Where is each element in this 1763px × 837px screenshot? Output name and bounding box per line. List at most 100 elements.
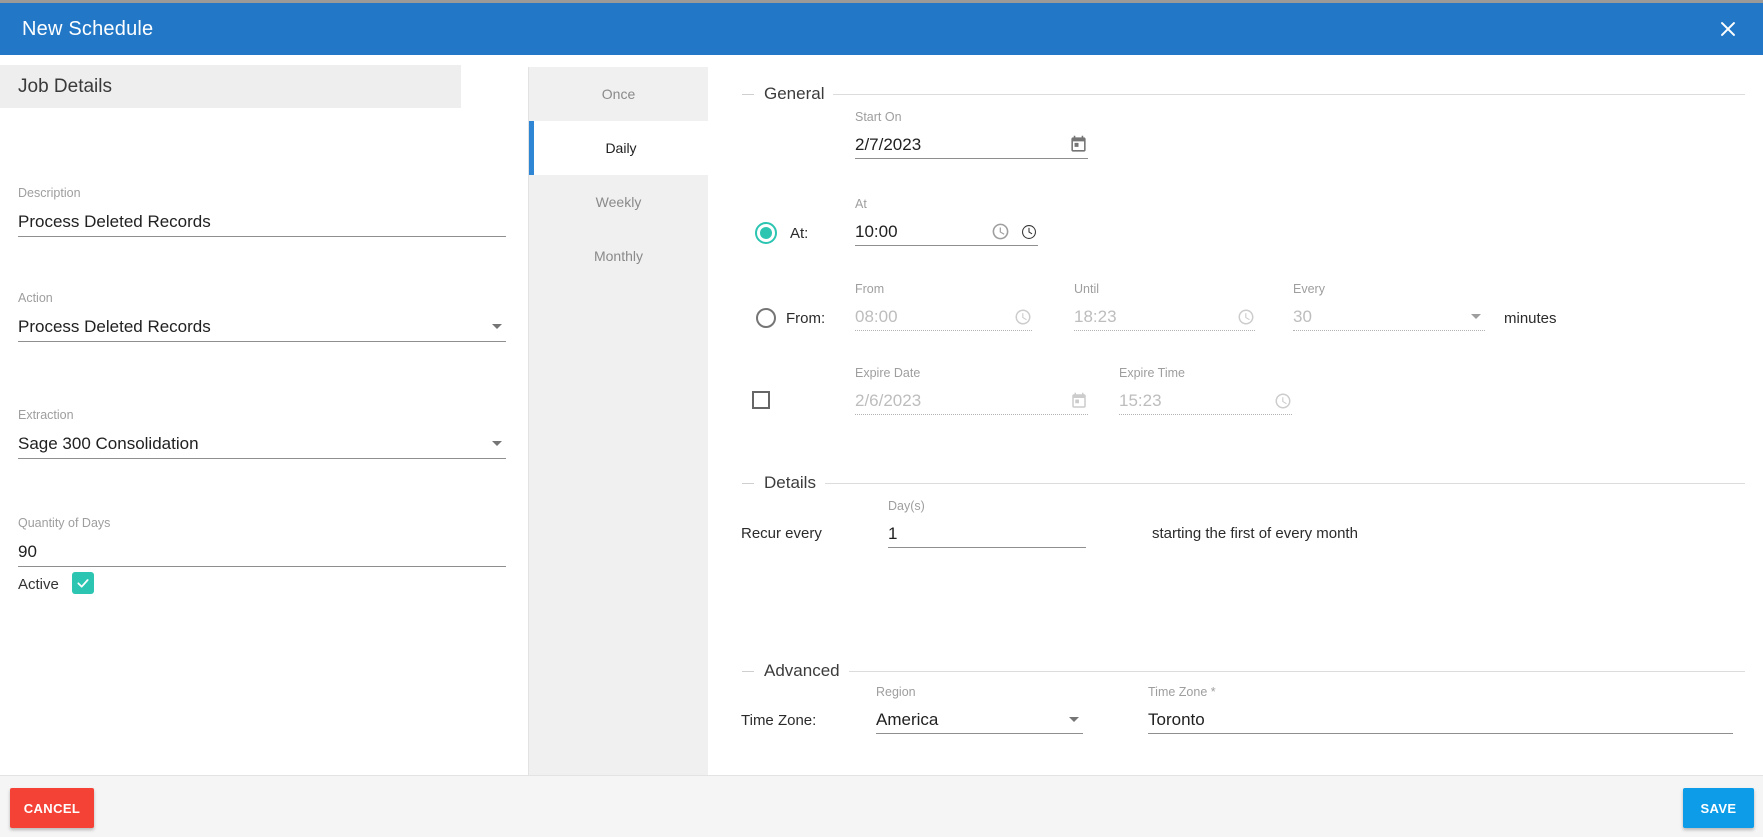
calendar-icon [1070, 392, 1088, 410]
clock-icon[interactable] [991, 222, 1010, 241]
tab-monthly[interactable]: Monthly [529, 229, 708, 283]
from-radio-label: From: [786, 310, 825, 328]
dialog-title: New Schedule [22, 18, 153, 41]
calendar-icon[interactable] [1069, 135, 1088, 154]
advanced-section-title: Advanced [764, 661, 840, 681]
recur-suffix-label: starting the first of every month [1152, 525, 1358, 543]
recur-every-label: Recur every [741, 525, 822, 543]
clock-icon [1274, 392, 1292, 410]
tab-weekly[interactable]: Weekly [529, 175, 708, 229]
from-time-input[interactable]: 08:00 [855, 303, 1032, 331]
job-details-heading: Job Details [0, 65, 461, 108]
save-button[interactable]: SAVE [1683, 788, 1754, 828]
from-time-label: From [855, 282, 1032, 297]
tab-daily-label: Daily [605, 140, 636, 156]
region-value: America [876, 710, 938, 730]
at-time-input[interactable]: 10:00 [855, 218, 1038, 246]
start-on-label: Start On [855, 110, 1088, 125]
dialog-footer: CANCEL SAVE [0, 775, 1763, 837]
legend-line [825, 483, 1745, 484]
chevron-down-icon[interactable] [1069, 717, 1079, 722]
expire-date-field: Expire Date 2/6/2023 [855, 366, 1088, 415]
timezone-value: Toronto [1148, 710, 1205, 730]
chevron-down-icon[interactable] [492, 441, 502, 446]
legend-dash [742, 483, 754, 484]
expire-time-label: Expire Time [1119, 366, 1292, 381]
from-time-field: From 08:00 [855, 282, 1032, 331]
days-value: 1 [888, 524, 897, 544]
description-input[interactable]: Process Deleted Records [18, 207, 506, 237]
timezone-field: Time Zone * Toronto [1148, 685, 1733, 734]
at-time-label: At [855, 197, 1038, 212]
expire-date-label: Expire Date [855, 366, 1088, 381]
action-field: Action Process Deleted Records [18, 291, 506, 342]
extraction-select[interactable]: Sage 300 Consolidation [18, 429, 506, 459]
every-minutes-field: Every 30 [1293, 282, 1485, 331]
clock-icon [1014, 308, 1032, 326]
tab-weekly-label: Weekly [596, 194, 642, 210]
quantity-of-days-label: Quantity of Days [18, 516, 506, 531]
active-label: Active [18, 576, 59, 594]
new-schedule-dialog: New Schedule Job Details Description Pro… [0, 0, 1763, 837]
region-field: Region America [876, 685, 1083, 734]
every-value: 30 [1293, 307, 1312, 327]
region-label: Region [876, 685, 1083, 700]
action-label: Action [18, 291, 506, 306]
details-section-legend: Details [742, 473, 1745, 493]
at-radio[interactable] [755, 222, 777, 244]
expire-checkbox[interactable] [752, 391, 770, 409]
at-time-value: 10:00 [855, 222, 898, 242]
start-on-value: 2/7/2023 [855, 135, 921, 155]
active-checkbox[interactable] [72, 572, 94, 594]
expire-date-input[interactable]: 2/6/2023 [855, 387, 1088, 415]
days-input[interactable]: 1 [888, 520, 1086, 548]
advanced-section-legend: Advanced [742, 661, 1745, 681]
at-radio-label: At: [790, 225, 808, 243]
expire-date-value: 2/6/2023 [855, 391, 921, 411]
expire-time-field: Expire Time 15:23 [1119, 366, 1292, 415]
cancel-button[interactable]: CANCEL [10, 788, 94, 828]
tab-daily[interactable]: Daily [529, 121, 708, 175]
every-select[interactable]: 30 [1293, 303, 1485, 331]
region-select[interactable]: America [876, 706, 1083, 734]
expire-time-input[interactable]: 15:23 [1119, 387, 1292, 415]
action-value: Process Deleted Records [18, 317, 211, 337]
quantity-of-days-field: Quantity of Days 90 [18, 516, 506, 567]
legend-line [833, 94, 1745, 95]
legend-dash [742, 671, 754, 672]
quantity-of-days-value: 90 [18, 542, 37, 562]
job-details-panel: Job Details Description Process Deleted … [0, 55, 528, 775]
extraction-label: Extraction [18, 408, 506, 423]
every-label: Every [1293, 282, 1485, 297]
general-section-legend: General [742, 84, 1745, 104]
legend-line [849, 671, 1745, 672]
description-field: Description Process Deleted Records [18, 186, 506, 237]
start-on-input[interactable]: 2/7/2023 [855, 131, 1088, 159]
minutes-suffix-label: minutes [1504, 310, 1557, 328]
chevron-down-icon [1471, 314, 1481, 319]
until-time-input[interactable]: 18:23 [1074, 303, 1255, 331]
general-section-title: General [764, 84, 824, 104]
until-time-field: Until 18:23 [1074, 282, 1255, 331]
action-select[interactable]: Process Deleted Records [18, 312, 506, 342]
quantity-of-days-input[interactable]: 90 [18, 537, 506, 567]
tab-monthly-label: Monthly [594, 248, 643, 264]
description-label: Description [18, 186, 506, 201]
chevron-down-icon[interactable] [492, 324, 502, 329]
tab-once[interactable]: Once [529, 67, 708, 121]
timezone-row-label: Time Zone: [741, 712, 816, 730]
details-section-title: Details [764, 473, 816, 493]
extraction-field: Extraction Sage 300 Consolidation [18, 408, 506, 459]
dialog-header: New Schedule [0, 3, 1763, 55]
timezone-input[interactable]: Toronto [1148, 706, 1733, 734]
timezone-label: Time Zone * [1148, 685, 1733, 700]
from-radio[interactable] [756, 308, 776, 328]
clock-icon [1237, 308, 1255, 326]
at-time-field: At 10:00 [855, 197, 1038, 246]
expire-time-value: 15:23 [1119, 391, 1162, 411]
native-time-picker-icon[interactable] [1020, 223, 1038, 241]
schedule-frequency-tabs: Once Daily Weekly Monthly [528, 67, 708, 775]
from-time-value: 08:00 [855, 307, 898, 327]
until-time-label: Until [1074, 282, 1255, 297]
close-icon[interactable] [1715, 16, 1741, 42]
